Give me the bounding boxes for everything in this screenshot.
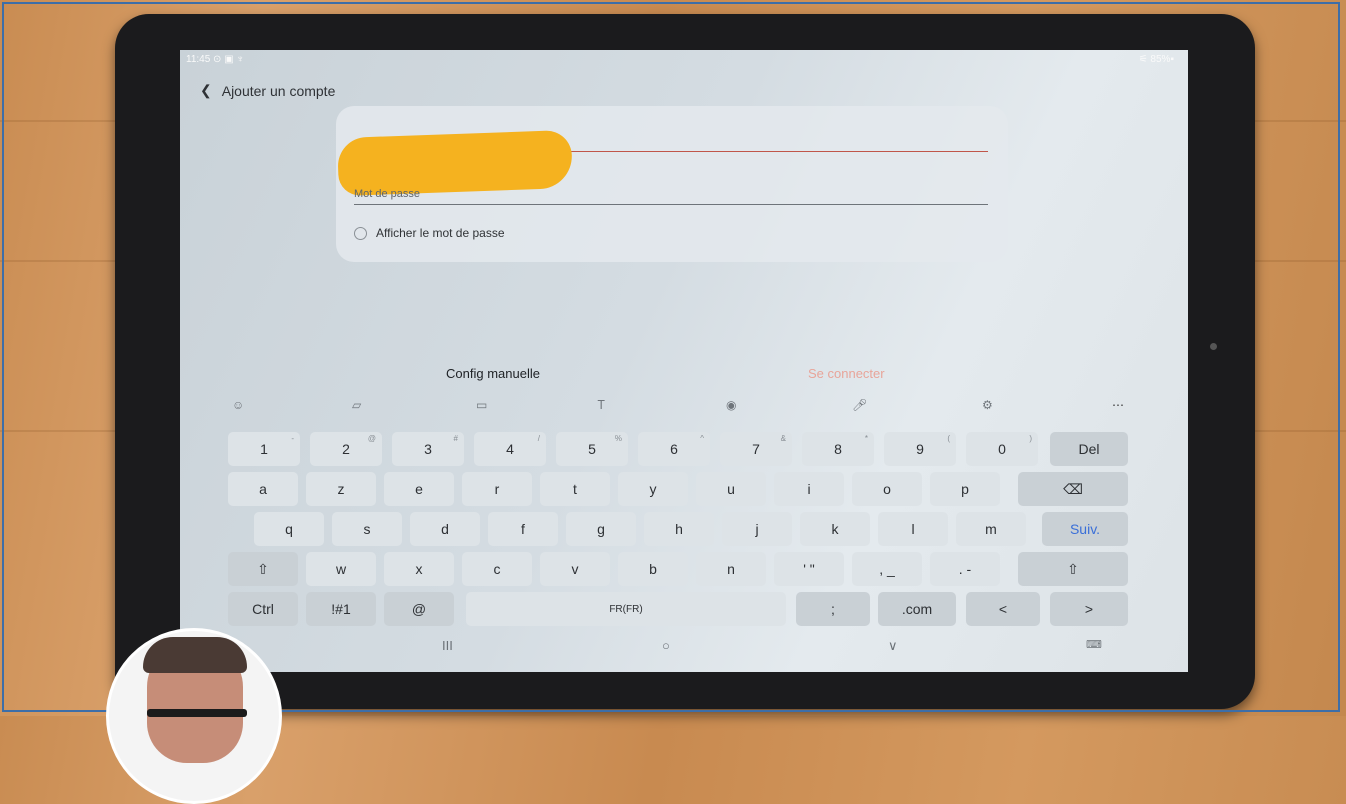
- key-2[interactable]: 2 @: [310, 432, 382, 466]
- app-bar: ❮ Ajouter un compte: [200, 82, 335, 99]
- ctrl-key[interactable]: Ctrl: [228, 592, 298, 626]
- key-s[interactable]: s: [332, 512, 402, 546]
- key-y[interactable]: y: [618, 472, 688, 506]
- password-label: Mot de passe: [354, 188, 421, 200]
- space-key[interactable]: FR(FR): [466, 592, 786, 626]
- key-r[interactable]: r: [462, 472, 532, 506]
- key-f[interactable]: f: [488, 512, 558, 546]
- password-field[interactable]: [354, 204, 988, 205]
- key-quote[interactable]: ' ": [774, 552, 844, 586]
- key-v[interactable]: v: [540, 552, 610, 586]
- back-button[interactable]: ∨: [888, 638, 898, 654]
- next-key[interactable]: Suiv.: [1042, 512, 1128, 546]
- key-5[interactable]: 5%: [556, 432, 628, 466]
- page-title: Ajouter un compte: [221, 82, 336, 99]
- key-c[interactable]: c: [462, 552, 532, 586]
- key-w[interactable]: w: [306, 552, 376, 586]
- sticker-icon[interactable]: ▱: [352, 398, 361, 412]
- key-t[interactable]: t: [540, 472, 610, 506]
- status-time: 11:45 ⊙ ▣ ♆: [186, 54, 244, 65]
- cursor-right-key[interactable]: >: [1050, 592, 1128, 626]
- manual-config-button[interactable]: Config manuelle: [446, 366, 540, 381]
- delete-key[interactable]: Del: [1050, 432, 1128, 466]
- key-e[interactable]: e: [384, 472, 454, 506]
- key-m[interactable]: m: [956, 512, 1026, 546]
- key-j[interactable]: j: [722, 512, 792, 546]
- more-icon[interactable]: ⋯: [1112, 398, 1124, 412]
- key-7[interactable]: 7 &: [720, 432, 792, 466]
- chevron-left-icon[interactable]: ❮: [200, 82, 212, 99]
- device-screen: 11:45 ⊙ ▣ ♆ ⚟ 85%▪ ❮ Ajouter un compte M…: [180, 50, 1188, 672]
- keyboard-icon[interactable]: ⌨: [1086, 638, 1102, 651]
- key-3[interactable]: 3 #: [392, 432, 464, 466]
- emoji-icon[interactable]: ☺: [232, 398, 244, 412]
- keyboard-toolbar: ☺ ▱ ▭ Ꭲ ◉ 🎤︎ ⚙ ⋯: [180, 398, 1188, 418]
- key-b[interactable]: b: [618, 552, 688, 586]
- cursor-left-key[interactable]: <: [966, 592, 1040, 626]
- presenter-avatar: [106, 628, 282, 804]
- key-u[interactable]: u: [696, 472, 766, 506]
- key-k[interactable]: k: [800, 512, 870, 546]
- recent-apps-button[interactable]: III: [442, 638, 453, 653]
- key-o[interactable]: o: [852, 472, 922, 506]
- key-6[interactable]: 6 ^: [638, 432, 710, 466]
- key-comma[interactable]: , _: [852, 552, 922, 586]
- key-4[interactable]: 4/: [474, 432, 546, 466]
- shift-right-key[interactable]: ⇧: [1018, 552, 1128, 586]
- radio-icon[interactable]: [354, 226, 367, 240]
- gif-icon[interactable]: ▭: [476, 398, 487, 412]
- symbols-key[interactable]: !#1: [306, 592, 376, 626]
- key-a[interactable]: a: [228, 472, 298, 506]
- key-g[interactable]: g: [566, 512, 636, 546]
- presenter-hair: [143, 637, 247, 673]
- key-i[interactable]: i: [774, 472, 844, 506]
- key-1[interactable]: 1-: [228, 432, 300, 466]
- show-password-label: Afficher le mot de passe: [376, 226, 505, 240]
- key-8[interactable]: 8 *: [802, 432, 874, 466]
- key-x[interactable]: x: [384, 552, 454, 586]
- show-password-toggle[interactable]: Afficher le mot de passe: [354, 226, 505, 240]
- redaction-scribble: [337, 129, 573, 197]
- backspace-key[interactable]: ⌫: [1018, 472, 1128, 506]
- translate-icon[interactable]: ◉: [726, 398, 736, 412]
- handwriting-icon[interactable]: Ꭲ: [598, 398, 605, 413]
- mic-icon[interactable]: 🎤︎: [852, 398, 867, 412]
- key-period[interactable]: . -: [930, 552, 1000, 586]
- semicolon-key[interactable]: ;: [796, 592, 870, 626]
- key-n[interactable]: n: [696, 552, 766, 586]
- system-nav-bar: III ○ ∨ ⌨: [180, 638, 1188, 660]
- key-p[interactable]: p: [930, 472, 1000, 506]
- key-h[interactable]: h: [644, 512, 714, 546]
- home-button[interactable]: ○: [662, 638, 670, 653]
- login-button[interactable]: Se connecter: [808, 366, 885, 381]
- login-form-card: Mot de passe Afficher le mot de passe: [336, 106, 1008, 262]
- key-d[interactable]: d: [410, 512, 480, 546]
- status-battery: ⚟ 85%▪: [1138, 54, 1174, 65]
- key-q[interactable]: q: [254, 512, 324, 546]
- key-z[interactable]: z: [306, 472, 376, 506]
- shift-left-key[interactable]: ⇧: [228, 552, 298, 586]
- camera-dot: [1210, 343, 1217, 350]
- key-0[interactable]: 0): [966, 432, 1038, 466]
- key-l[interactable]: l: [878, 512, 948, 546]
- at-key[interactable]: @: [384, 592, 454, 626]
- key-9[interactable]: 9(: [884, 432, 956, 466]
- settings-icon[interactable]: ⚙: [982, 398, 993, 412]
- dotcom-key[interactable]: .com: [878, 592, 956, 626]
